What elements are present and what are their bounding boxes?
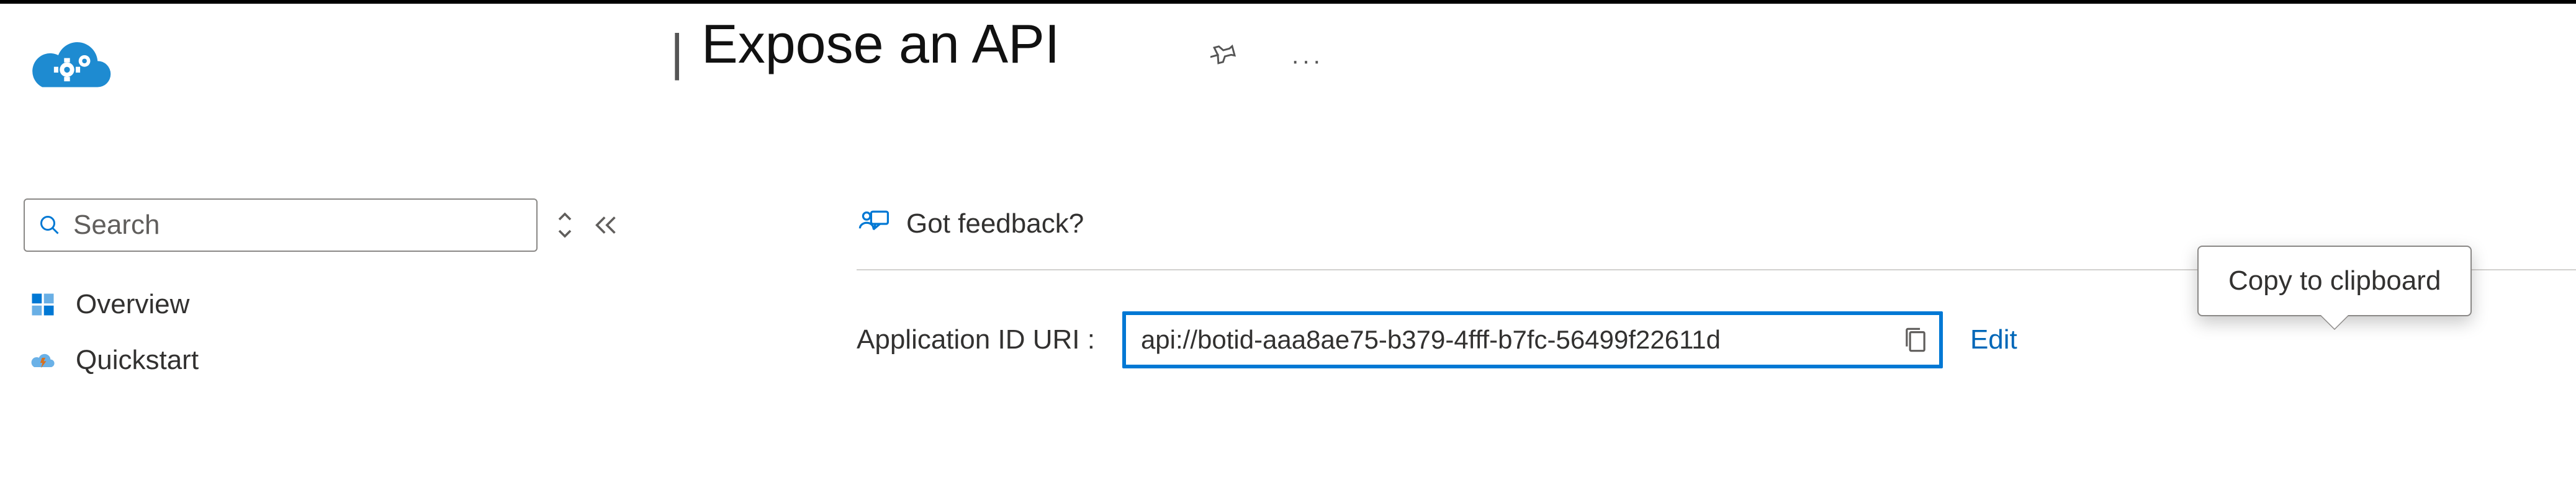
app-cloud-icon [25, 34, 118, 94]
edit-link[interactable]: Edit [1970, 324, 2017, 355]
search-icon [38, 214, 61, 236]
app-id-uri-row: Application ID URI : api://botid-aaa8ae7… [857, 311, 2551, 368]
expand-collapse-icon[interactable] [554, 209, 576, 241]
app-id-uri-field[interactable]: api://botid-aaa8ae75-b379-4fff-b7fc-5649… [1122, 311, 1943, 368]
app-id-uri-label: Application ID URI : [857, 324, 1095, 355]
sidebar: Overview Quickstart [24, 198, 619, 388]
pin-icon[interactable] [1210, 40, 1238, 67]
sidebar-item-quickstart[interactable]: Quickstart [24, 332, 619, 388]
search-input[interactable] [73, 210, 523, 241]
window-top-border [0, 0, 2576, 4]
overview-icon [27, 291, 58, 318]
feedback-icon [857, 208, 890, 239]
copy-tooltip: Copy to clipboard [2197, 246, 2472, 316]
title-separator: | [670, 24, 683, 82]
tooltip-text: Copy to clipboard [2228, 265, 2441, 296]
search-row [24, 198, 619, 252]
more-icon[interactable]: ··· [1291, 47, 1323, 75]
page-title: Expose an API [701, 12, 1060, 76]
header: | Expose an API ··· [0, 6, 2576, 87]
quickstart-icon [27, 349, 58, 372]
sidebar-item-overview[interactable]: Overview [24, 277, 619, 332]
search-input-wrapper[interactable] [24, 198, 538, 252]
nav-label: Quickstart [76, 345, 199, 376]
app-id-uri-value: api://botid-aaa8ae75-b379-4fff-b7fc-5649… [1141, 325, 1721, 355]
nav-label: Overview [76, 289, 189, 320]
copy-icon[interactable] [1903, 326, 1928, 354]
feedback-label: Got feedback? [906, 208, 1084, 239]
collapse-sidebar-icon[interactable] [592, 214, 619, 236]
